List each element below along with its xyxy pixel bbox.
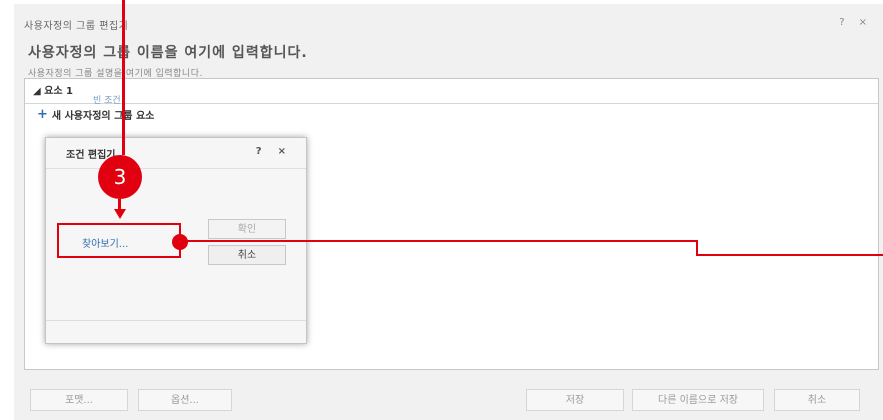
annotation-dot [172,234,188,250]
annotation-line-right [696,254,883,256]
save-button[interactable]: 저장 [526,389,624,411]
annotation-line-horizontal [180,240,698,242]
divider [46,168,306,169]
divider [46,320,306,321]
add-element-button[interactable]: + 새 사용자정의 그룹 요소 [37,106,155,123]
step-badge: 3 [98,155,142,199]
element-row[interactable]: ◢ 요소 1 빈 조건 [25,79,878,106]
element-condition[interactable]: 빈 조건 [93,93,121,106]
add-element-label: 새 사용자정의 그룹 요소 [51,111,155,122]
dialog-help-icon[interactable]: ? [256,146,262,157]
footer-cancel-button[interactable]: 취소 [774,389,860,411]
arrow-down-icon [114,209,126,219]
options-button[interactable]: 옵션... [138,389,232,411]
title-bar: 사용자정의 그룹 편집기 ? × [14,14,883,34]
save-as-button[interactable]: 다른 이름으로 저장 [632,389,764,411]
window-title: 사용자정의 그룹 편집기 [24,21,129,32]
help-icon[interactable]: ? [839,17,844,28]
annotation-line-top [122,0,125,155]
cancel-button[interactable]: 취소 [208,245,286,265]
dialog-close-icon[interactable]: × [278,146,286,157]
element-title[interactable]: ◢ 요소 1 [33,82,73,97]
format-button[interactable]: 포맷... [30,389,128,411]
group-name-field[interactable]: 사용자정의 그룹 이름을 여기에 입력합니다. [28,42,308,62]
highlight-box [57,223,181,258]
plus-icon: + [37,106,48,122]
ok-button[interactable]: 확인 [208,219,286,239]
close-icon[interactable]: × [859,17,867,28]
